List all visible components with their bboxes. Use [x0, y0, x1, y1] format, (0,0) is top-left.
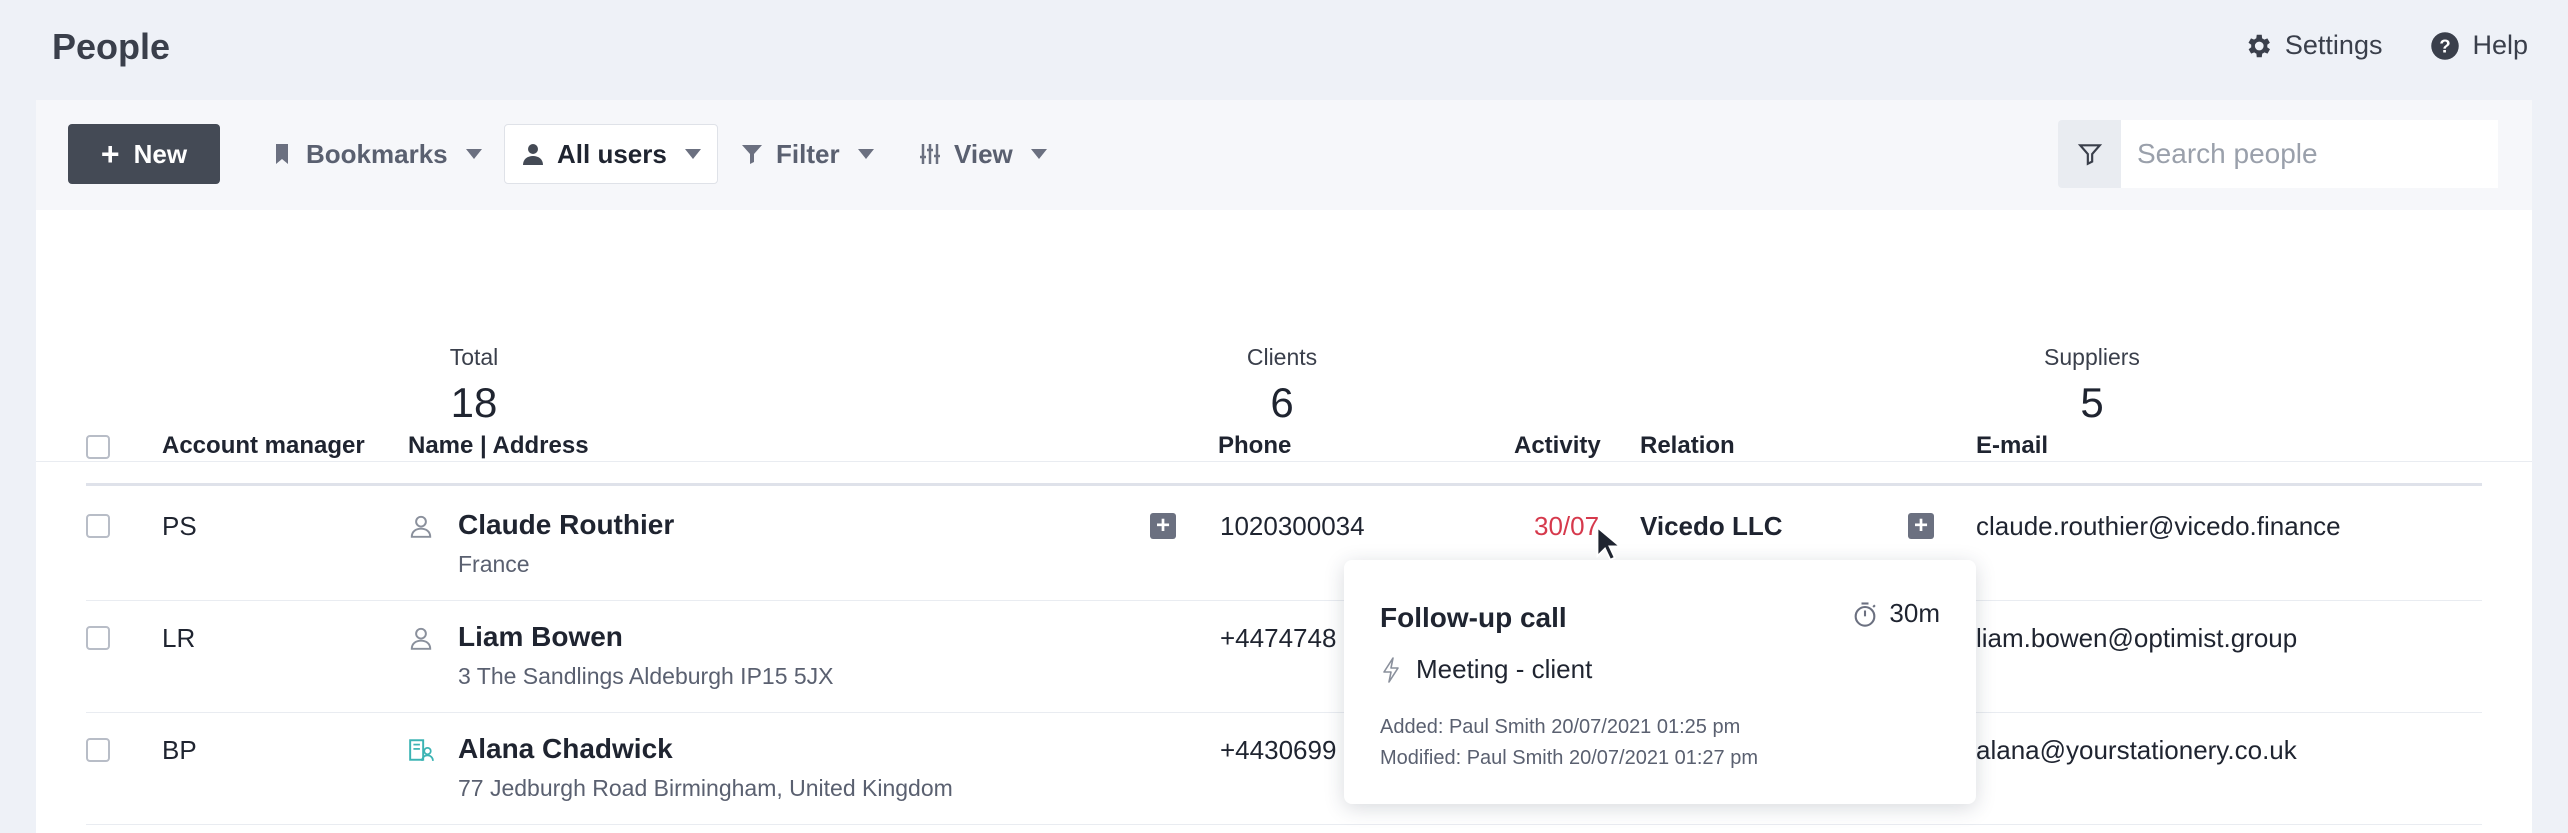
add-relation-button[interactable]: +	[1908, 513, 1934, 539]
chevron-down-icon	[465, 149, 482, 159]
account-manager: LR	[162, 623, 196, 653]
row-checkbox[interactable]	[86, 738, 110, 762]
activity-tooltip: Follow-up call 30m Meeting - client Adde…	[1344, 560, 1976, 804]
table-row[interactable]: BP Alana Chadwick 77 Jedburgh Road Birmi…	[86, 713, 2482, 825]
tooltip-duration: 30m	[1851, 598, 1940, 629]
tooltip-title: Follow-up call	[1380, 602, 1567, 633]
filter-label: Filter	[776, 138, 840, 169]
column-header[interactable]: Account manager	[162, 432, 365, 460]
account-manager: BP	[162, 735, 197, 765]
svg-text:?: ?	[2440, 35, 2451, 56]
phone[interactable]: 1020300034	[1220, 511, 1365, 542]
top-links: Settings ? Help	[2243, 30, 2528, 61]
filter-dropdown[interactable]: Filter	[740, 124, 874, 184]
settings-link[interactable]: Settings	[2243, 30, 2383, 61]
bookmark-icon	[276, 144, 288, 164]
stat-label: Clients	[1246, 344, 1318, 370]
bookmarks-label: Bookmarks	[306, 138, 448, 169]
stat-label: Total	[449, 344, 499, 370]
stat-label: Suppliers	[2044, 344, 2140, 370]
row-checkbox[interactable]	[86, 514, 110, 538]
contact-name[interactable]: Claude Routhier	[458, 509, 674, 541]
search-filter-icon[interactable]	[2058, 120, 2121, 188]
all-users-dropdown[interactable]: All users	[504, 124, 718, 184]
tooltip-meta: Added: Paul Smith 20/07/2021 01:25 pm Mo…	[1380, 712, 1758, 774]
all-users-label: All users	[557, 138, 667, 169]
email[interactable]: alana@yourstationery.co.uk	[1976, 735, 2297, 766]
row-checkbox[interactable]	[86, 626, 110, 650]
contact-address: France	[458, 551, 530, 577]
contact-address: 77 Jedburgh Road Birmingham, United King…	[458, 775, 953, 801]
mouse-cursor-icon	[1596, 526, 1620, 561]
name-address-cell: Liam Bowen 3 The Sandlings Aldeburgh IP1…	[458, 621, 834, 690]
column-header[interactable]: Name | Address	[408, 432, 589, 460]
name-address-cell: Alana Chadwick 77 Jedburgh Road Birmingh…	[458, 733, 953, 802]
chevron-down-icon	[1030, 149, 1047, 159]
top-bar: People Settings ? Help	[0, 0, 2568, 100]
email[interactable]: claude.routhier@vicedo.finance	[1976, 511, 2341, 542]
page-title: People	[52, 26, 171, 67]
stopwatch-icon	[1855, 601, 1877, 627]
account-manager: PS	[162, 511, 197, 541]
chevron-down-icon	[684, 149, 701, 159]
add-name-button[interactable]: +	[1150, 513, 1176, 539]
stat-suppliers: Suppliers 5	[1992, 344, 2192, 427]
table-header: Account manager Name | Address Phone Act…	[86, 420, 2482, 486]
stat-total: Total 18	[374, 344, 574, 427]
column-header[interactable]: E-mail	[1976, 432, 2048, 460]
activity-date[interactable]: 30/07	[1534, 511, 1599, 542]
relation[interactable]: Vicedo LLC	[1640, 511, 1783, 542]
column-header[interactable]: Relation	[1640, 432, 1735, 460]
activity-type: Meeting - client	[1416, 654, 1593, 684]
user-icon	[523, 144, 543, 165]
view-label: View	[954, 138, 1013, 169]
added-info: Added: Paul Smith 20/07/2021 01:25 pm	[1380, 716, 1741, 738]
new-button-label: New	[133, 138, 188, 169]
chevron-down-icon	[857, 149, 874, 159]
company-contact-icon	[409, 739, 434, 761]
column-header[interactable]: Activity	[1514, 432, 1601, 460]
filter-icon	[742, 145, 762, 164]
new-button[interactable]: + New	[68, 124, 220, 184]
duration-value: 30m	[1889, 598, 1940, 628]
email[interactable]: liam.bowen@optimist.group	[1976, 623, 2297, 654]
tooltip-type: Meeting - client	[1380, 654, 1592, 685]
column-header[interactable]: Phone	[1218, 432, 1291, 460]
select-all-checkbox[interactable]	[86, 435, 110, 459]
search-box	[2058, 120, 2498, 188]
table-row[interactable]: LR Liam Bowen 3 The Sandlings Aldeburgh …	[86, 601, 2482, 713]
search-input[interactable]	[2121, 120, 2498, 188]
modified-info: Modified: Paul Smith 20/07/2021 01:27 pm	[1380, 747, 1759, 769]
help-link[interactable]: ? Help	[2430, 30, 2528, 61]
bookmarks-dropdown[interactable]: Bookmarks	[270, 124, 482, 184]
help-icon: ?	[2431, 31, 2460, 60]
phone[interactable]: +4430699	[1220, 735, 1336, 766]
contact-address: 3 The Sandlings Aldeburgh IP15 5JX	[458, 663, 834, 689]
contact-name[interactable]: Alana Chadwick	[458, 733, 953, 765]
toolbar: + New Bookmarks All users Filter View	[36, 100, 2532, 210]
view-dropdown[interactable]: View	[918, 124, 1047, 184]
phone[interactable]: +4474748	[1220, 623, 1336, 654]
gear-icon	[2248, 34, 2270, 57]
stat-clients: Clients 6	[1182, 344, 1382, 427]
plus-icon: +	[100, 136, 120, 172]
contact-name[interactable]: Liam Bowen	[458, 621, 834, 653]
help-label: Help	[2472, 30, 2528, 60]
person-icon	[410, 627, 432, 650]
sliders-icon	[920, 144, 940, 164]
lightning-icon	[1383, 656, 1399, 683]
settings-label: Settings	[2284, 30, 2383, 60]
table-row[interactable]: PS Claude Routhier France + 1020300034 3…	[86, 489, 2482, 601]
person-icon	[410, 515, 432, 538]
name-address-cell: Claude Routhier France	[458, 509, 674, 578]
